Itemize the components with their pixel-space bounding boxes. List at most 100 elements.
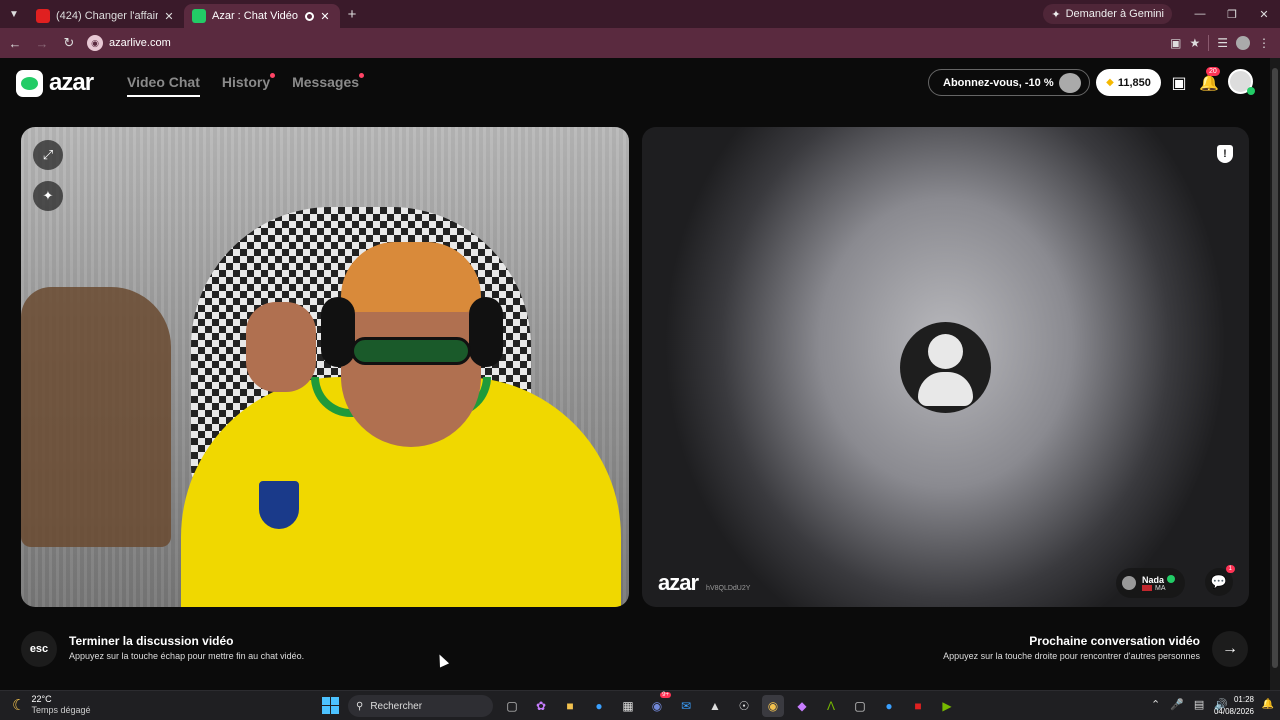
esc-label: esc	[29, 643, 49, 655]
discord-icon[interactable]: ◉ 9+	[646, 692, 671, 717]
url-text: azarlive.com	[109, 37, 171, 49]
store-app-icon[interactable]: ▦	[617, 695, 639, 717]
notification-center-icon[interactable]: 🔔	[1262, 699, 1274, 710]
peer-info-chip[interactable]: Nada MA	[1115, 568, 1185, 598]
forward-arrow-icon[interactable]: →	[30, 31, 54, 55]
country-flag-icon	[1141, 585, 1152, 591]
remote-video-feed: ! azar hV8QLDdU2Y Nada MA 💬 1	[642, 127, 1249, 607]
obs-icon[interactable]: ☉	[733, 695, 755, 717]
windows-start-icon[interactable]	[322, 697, 339, 714]
effects-wand-icon[interactable]: ✦	[33, 181, 63, 211]
network-icon[interactable]: ▤	[1194, 698, 1204, 711]
nav-video-chat[interactable]: Video Chat	[127, 74, 200, 97]
address-bar: ← → ↻ ◉ azarlive.com ▣ ★ ☰ ⋮	[0, 28, 1280, 58]
ask-gemini-button[interactable]: ✦ Demander à Gemini	[1043, 4, 1172, 24]
mouse-cursor-icon	[434, 652, 450, 668]
unread-dot	[270, 73, 276, 78]
next-chat-arrow-button[interactable]: →	[1212, 631, 1248, 667]
copilot-icon[interactable]: ✿	[530, 695, 552, 717]
taskbar-search[interactable]: ⚲ Rechercher	[348, 695, 493, 717]
nav-label: Messages	[292, 74, 360, 90]
close-tab-icon[interactable]: ✕	[318, 10, 332, 23]
reload-icon[interactable]: ↻	[57, 31, 81, 55]
tab-youtube[interactable]: (424) Changer l'affaire33 - WAN ✕	[28, 4, 184, 28]
end-chat-esc-button[interactable]: esc	[21, 631, 57, 667]
peer-name: Nada	[1141, 574, 1164, 585]
subscribe-promo-button[interactable]: Abonnez-vous, -10 %	[928, 69, 1090, 96]
gemini-label: Demander à Gemini	[1065, 8, 1164, 20]
watermark-logo: azar	[658, 570, 699, 595]
gamepad-icon[interactable]: ◆	[791, 695, 813, 717]
browser-tab-strip: ▼ (424) Changer l'affaire33 - WAN ✕ Azar…	[0, 0, 1280, 28]
user-avatar[interactable]	[1228, 69, 1255, 95]
next-chat-hint: Prochaine conversation vidéo Appuyez sur…	[943, 634, 1200, 661]
windows-taskbar: ☾ 22°C Temps dégagé ⚲ Rechercher ▢ ✿ ■ ●…	[0, 690, 1280, 720]
azar-logo[interactable]: azar	[16, 69, 94, 97]
azar-logo-mark-icon	[16, 69, 43, 97]
mail-icon[interactable]: ✉	[675, 695, 697, 717]
watermark-id: hV8QLDdU2Y	[706, 585, 751, 592]
gem-count: 11,850	[1117, 76, 1151, 89]
gem-balance-button[interactable]: ◆ 11,850	[1096, 69, 1161, 96]
logo-text: azar	[49, 69, 94, 96]
minimize-icon[interactable]: —	[1184, 0, 1216, 28]
chat-app-icon[interactable]: ▢	[849, 695, 871, 717]
nvidia-icon[interactable]: Λ	[820, 695, 842, 717]
steam-icon[interactable]: ●	[878, 695, 900, 717]
tab-search-chevron-icon[interactable]: ▼	[0, 0, 28, 28]
tab-title: (424) Changer l'affaire33 - WAN	[56, 10, 158, 22]
page-scrollbar[interactable]	[1270, 58, 1280, 690]
url-field[interactable]: ◉ azarlive.com	[87, 31, 1170, 55]
edge-icon[interactable]: ●	[588, 695, 610, 717]
vpn-icon[interactable]: ■	[907, 695, 929, 717]
back-arrow-icon[interactable]: ←	[3, 31, 27, 55]
notification-bell-icon[interactable]: 🔔	[1199, 73, 1219, 93]
bookmark-star-icon[interactable]: ★	[1189, 36, 1200, 50]
microphone-icon[interactable]: 🎤	[1170, 698, 1184, 711]
end-chat-subtitle: Appuyez sur la touche échap pour mettre …	[69, 651, 305, 661]
system-clock[interactable]: 01:28 04/08/2026	[1214, 694, 1254, 718]
chrome-icon[interactable]: ◉	[762, 695, 784, 717]
unread-dot	[359, 73, 365, 78]
task-view-icon[interactable]: ▢	[501, 695, 523, 717]
taskbar-apps: ▢ ✿ ■ ● ▦ ◉ 9+ ✉ ▲ ☉ ◉ ◆ Λ ▢ ● ■ ▶	[501, 692, 958, 717]
clock-date: 04/08/2026	[1213, 707, 1254, 716]
end-chat-title: Terminer la discussion vidéo	[69, 634, 234, 648]
azar-app: azar Video Chat History Messages Abonnez…	[0, 58, 1270, 690]
clock-time: 01:28	[1233, 695, 1254, 704]
chat-bubble-icon[interactable]: 💬 1	[1205, 565, 1235, 596]
peer-country-row: MA	[1141, 585, 1175, 592]
new-tab-plus-icon[interactable]: +	[340, 6, 364, 23]
cast-icon[interactable]: ▣	[1170, 36, 1181, 50]
watermark: azar hV8QLDdU2Y	[658, 570, 750, 596]
file-explorer-icon[interactable]: ■	[559, 695, 581, 717]
tab-azar[interactable]: Azar : Chat Vidéo avec de n ✕	[184, 4, 340, 28]
expand-video-icon[interactable]: ⤢	[33, 140, 63, 170]
avatar-head	[928, 334, 963, 369]
menu-kebab-icon[interactable]: ⋮	[1258, 36, 1270, 50]
store-icon[interactable]: ▣	[1169, 73, 1189, 93]
close-window-icon[interactable]: ✕	[1248, 0, 1280, 28]
scrollbar-thumb[interactable]	[1272, 68, 1278, 668]
nav-messages[interactable]: Messages	[292, 73, 365, 97]
weather-desc: Temps dégagé	[31, 705, 91, 715]
peer-avatar	[1121, 576, 1136, 590]
nav-history[interactable]: History	[222, 73, 276, 97]
armchair	[21, 287, 171, 547]
jersey-crest	[257, 479, 301, 531]
raised-fist	[246, 302, 316, 392]
weather-widget[interactable]: ☾ 22°C Temps dégagé	[12, 694, 91, 716]
moon-icon: ☾	[12, 697, 26, 714]
restore-icon[interactable]: ❐	[1216, 0, 1248, 28]
nav-label: Video Chat	[127, 74, 200, 90]
peer-name-row: Nada	[1141, 574, 1175, 585]
stream-icon[interactable]: ▲	[704, 695, 726, 717]
profile-avatar-icon[interactable]	[1236, 36, 1250, 50]
close-tab-icon[interactable]: ✕	[162, 10, 176, 23]
report-shield-icon[interactable]: !	[1217, 145, 1233, 163]
media-control-icon[interactable]: ☰	[1217, 36, 1228, 50]
media-player-icon[interactable]: ▶	[936, 695, 958, 717]
site-settings-icon[interactable]: ◉	[87, 35, 103, 51]
verified-icon	[1167, 574, 1175, 583]
tray-chevron-icon[interactable]: ⌃	[1151, 698, 1160, 711]
